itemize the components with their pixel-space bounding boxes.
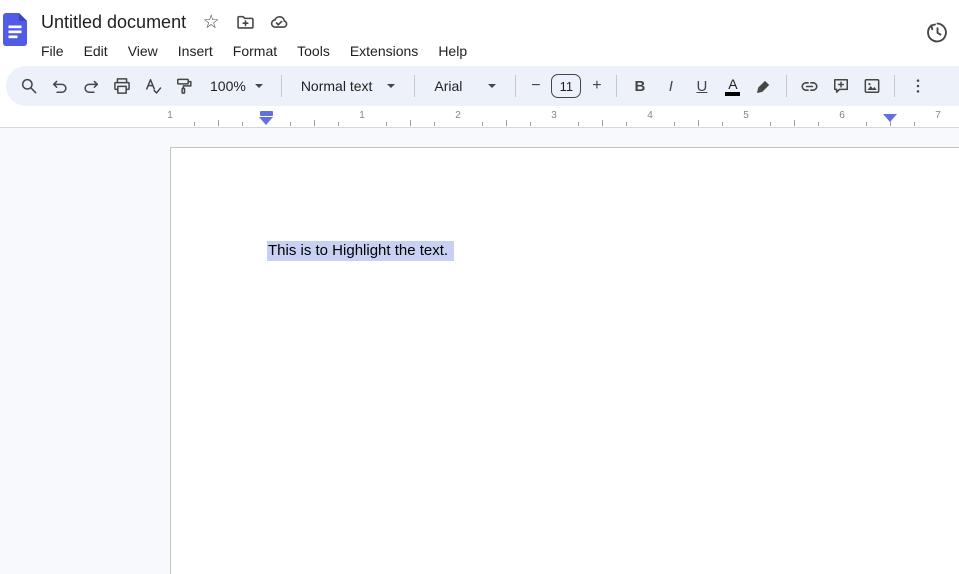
title-icons: ☆ <box>200 11 290 33</box>
menu-file[interactable]: File <box>41 40 64 62</box>
move-folder-icon[interactable] <box>234 11 256 33</box>
ruler-tick <box>386 122 387 126</box>
toolbar-separator <box>616 75 618 97</box>
decrease-font-size-button[interactable]: − <box>523 70 548 102</box>
ruler-mark: 1 <box>167 110 173 121</box>
title-row: Untitled document ☆ <box>41 8 467 36</box>
star-icon[interactable]: ☆ <box>200 11 222 33</box>
paint-format-icon[interactable] <box>168 70 199 102</box>
left-indent-marker[interactable] <box>259 117 273 125</box>
menu-bar: File Edit View Insert Format Tools Exten… <box>41 37 467 65</box>
ruler-tick <box>242 122 243 126</box>
zoom-value: 100% <box>210 78 246 94</box>
ruler-tick <box>434 122 435 126</box>
undo-icon[interactable] <box>44 70 75 102</box>
menu-tools[interactable]: Tools <box>297 40 330 62</box>
increase-font-size-button[interactable]: + <box>584 70 609 102</box>
menu-extensions[interactable]: Extensions <box>350 40 418 62</box>
ruler-tick <box>578 122 579 126</box>
underline-icon[interactable]: U <box>686 70 717 102</box>
ruler-tick <box>626 122 627 126</box>
paragraph[interactable]: This is to Highlight the text. <box>267 241 455 261</box>
paragraph-style-control[interactable]: Normal text <box>289 70 408 102</box>
ruler-tick <box>314 120 315 126</box>
document-page[interactable]: This is to Highlight the text. <box>170 147 959 574</box>
docs-logo-icon[interactable] <box>3 13 27 46</box>
google-docs-app: Untitled document ☆ File Edit View Inser… <box>0 0 959 574</box>
font-size-input[interactable]: 11 <box>551 74 582 98</box>
document-canvas: This is to Highlight the text. <box>0 128 959 574</box>
ruler-mark: 2 <box>455 110 461 121</box>
ruler-mark: 1 <box>359 110 365 121</box>
ruler-tick <box>530 122 531 126</box>
toolbar-separator <box>280 75 282 97</box>
more-icon[interactable] <box>902 70 933 102</box>
ruler-tick <box>218 120 219 126</box>
search-menus-icon[interactable] <box>13 70 44 102</box>
right-indent-marker[interactable] <box>883 114 897 122</box>
ruler-tick <box>770 122 771 126</box>
toolbar-wrap: 100% Normal text Arial − 11 + B I U A <box>0 66 959 108</box>
spellcheck-icon[interactable] <box>137 70 168 102</box>
chevron-down-icon <box>488 84 497 88</box>
menu-view[interactable]: View <box>128 40 158 62</box>
ruler-tick <box>482 122 483 126</box>
ruler-tick <box>794 120 795 126</box>
menu-insert[interactable]: Insert <box>178 40 213 62</box>
ruler-tick <box>914 122 915 126</box>
ruler-tick <box>290 122 291 126</box>
toolbar-separator <box>414 75 416 97</box>
link-icon[interactable] <box>794 70 825 102</box>
ruler-tick <box>506 120 507 126</box>
print-icon[interactable] <box>106 70 137 102</box>
toolbar-separator <box>786 75 788 97</box>
ruler-tick <box>818 122 819 126</box>
ruler-mark: 4 <box>647 110 653 121</box>
selected-text[interactable]: This is to Highlight the text. <box>267 241 455 261</box>
ruler-tick <box>602 120 603 126</box>
ruler-tick <box>194 122 195 126</box>
add-comment-icon[interactable] <box>825 70 856 102</box>
toolbar-separator <box>894 75 896 97</box>
italic-icon[interactable]: I <box>655 70 686 102</box>
cloud-status-icon[interactable] <box>268 11 290 33</box>
toolbar: 100% Normal text Arial − 11 + B I U A <box>6 66 959 106</box>
first-line-indent-marker[interactable] <box>260 111 273 116</box>
ruler-tick <box>410 120 411 126</box>
document-title[interactable]: Untitled document <box>41 12 186 33</box>
zoom-control[interactable]: 100% <box>199 70 274 102</box>
insert-image-icon[interactable] <box>856 70 887 102</box>
current-text-color-swatch <box>725 92 741 96</box>
font-family-control[interactable]: Arial <box>422 70 508 102</box>
header: Untitled document ☆ File Edit View Inser… <box>0 0 959 66</box>
ruler-tick <box>722 122 723 126</box>
toolbar-separator <box>515 75 517 97</box>
paragraph-style-value: Normal text <box>300 78 373 94</box>
ruler-tick <box>698 120 699 126</box>
ruler-mark: 5 <box>743 110 749 121</box>
version-history-icon[interactable] <box>924 19 950 45</box>
bold-icon[interactable]: B <box>624 70 655 102</box>
menu-help[interactable]: Help <box>438 40 467 62</box>
ruler-tick <box>674 122 675 126</box>
redo-icon[interactable] <box>75 70 106 102</box>
ruler-mark: 6 <box>839 110 845 121</box>
ruler-tick <box>338 122 339 126</box>
chevron-down-icon <box>387 84 396 88</box>
ruler[interactable]: 1 1 2 3 4 5 6 7 <box>0 108 959 128</box>
menu-edit[interactable]: Edit <box>84 40 108 62</box>
highlight-icon[interactable] <box>748 70 779 102</box>
text-color-icon[interactable]: A <box>717 70 748 102</box>
chevron-down-icon <box>254 84 263 88</box>
menu-format[interactable]: Format <box>233 40 277 62</box>
ruler-tick <box>866 122 867 126</box>
font-family-value: Arial <box>434 78 463 94</box>
ruler-mark: 7 <box>935 110 941 121</box>
header-main: Untitled document ☆ File Edit View Inser… <box>41 8 467 65</box>
ruler-mark: 3 <box>551 110 557 121</box>
header-right <box>924 19 950 45</box>
